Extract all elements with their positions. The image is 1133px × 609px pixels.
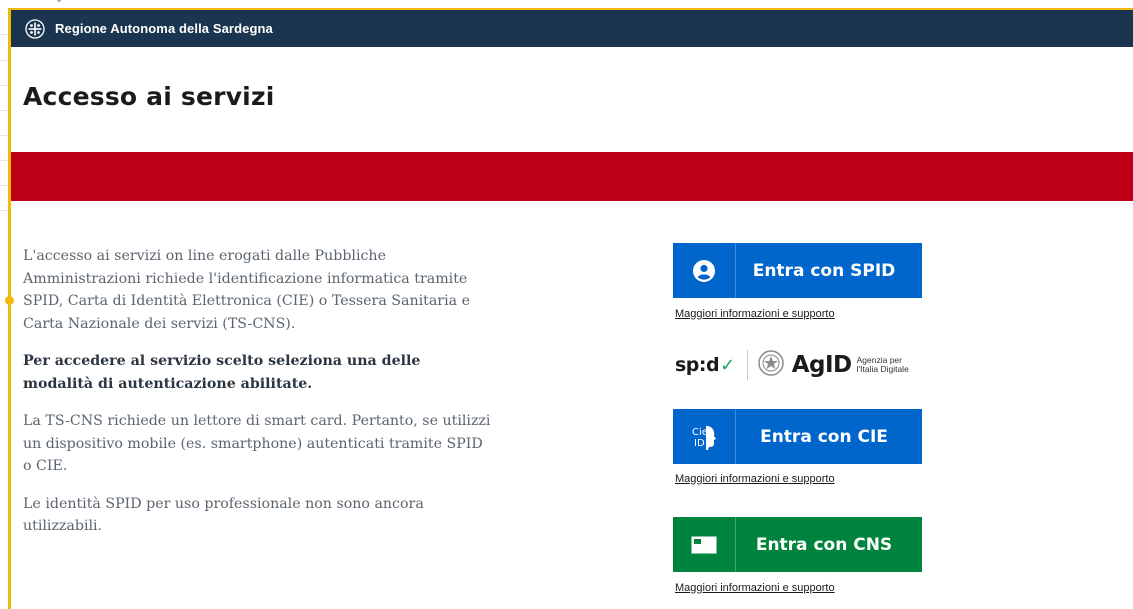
italian-republic-emblem-icon [757,349,784,381]
spid-logo-text: sp:d [675,354,720,376]
sardinia-emblem-icon[interactable] [24,18,46,40]
logo-divider [746,350,748,380]
browser-viewport: ⌄ Regione Autonoma della Sardegna Access… [0,0,1133,609]
page-title: Accesso ai servizi [23,82,275,111]
intro-paragraph: L'accesso ai servizi on line erogati dal… [23,248,470,332]
cie-info-link[interactable]: Maggiori informazioni e supporto [675,473,835,485]
cns-info-link[interactable]: Maggiori informazioni e supporto [675,582,835,594]
spid-login-button[interactable]: Entra con SPID [673,243,922,298]
cns-button-label: Entra con CNS [755,534,893,555]
region-name[interactable]: Regione Autonoma della Sardegna [55,21,273,36]
cie-icon-text-top: Cie [692,427,708,438]
cie-login-button[interactable]: Cie ID Entra con CIE [673,409,922,464]
spid-logo: sp:d ✓ [675,354,735,376]
agid-subtitle-line1: Agenzia per [856,354,902,365]
ts-cns-note: La TS-CNS richiede un lettore di smart c… [23,413,491,474]
smart-card-icon [673,517,736,572]
red-banner [11,152,1133,201]
cie-icon-text-bottom: ID [694,438,705,449]
region-header: Regione Autonoma della Sardegna [11,10,1133,47]
agid-logo-text: AgID [791,352,852,378]
chevron-down-icon: ⌄ [55,0,63,5]
intro-text: L'accesso ai servizi on line erogati dal… [23,245,493,553]
spid-agid-logos: sp:d ✓ AgID Agenzia per l'Italia Digital… [675,345,935,385]
agid-subtitle: Agenzia per l'Italia Digitale [856,354,909,375]
cns-login-button[interactable]: Entra con CNS [673,517,922,572]
spid-info-link[interactable]: Maggiori informazioni e supporto [675,308,835,320]
instruction-paragraph: Per accedere al servizio scelto selezion… [23,353,421,392]
agid-subtitle-line2: l'Italia Digitale [856,364,909,374]
check-icon: ✓ [720,354,735,376]
cie-id-icon: Cie ID [673,409,736,464]
highlight-border-top [8,8,1133,10]
user-circle-icon [673,243,736,298]
spid-button-label: Entra con SPID [752,260,896,281]
highlight-handle[interactable] [5,296,14,305]
highlight-border-left [8,8,11,609]
spid-professional-note: Le identità SPID per uso professionale n… [23,495,424,535]
cie-button-label: Entra con CIE [760,426,888,447]
